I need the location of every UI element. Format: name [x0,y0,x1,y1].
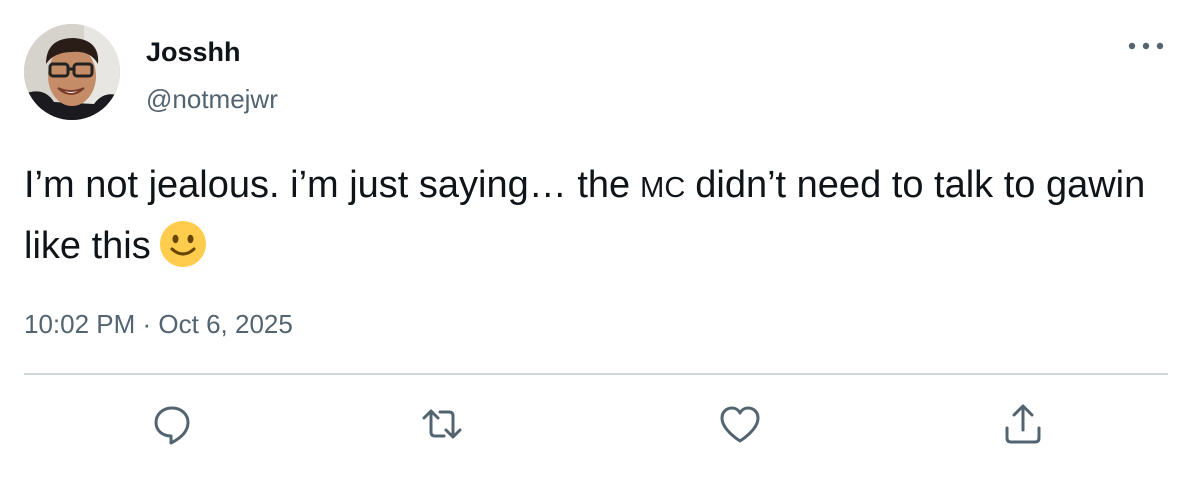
heart-icon [720,406,760,443]
more-options-button[interactable] [1124,32,1168,60]
share-button[interactable] [999,402,1047,446]
mc-tag: MC [640,172,686,204]
reply-icon [154,406,190,445]
reply-button[interactable] [148,402,196,446]
slightly-smiling-face-icon [159,221,206,267]
display-name[interactable]: Josshh [146,36,241,68]
tweet-time: 10:02 PM [24,309,136,339]
retweet-button[interactable] [418,402,466,446]
retweet-icon [422,409,462,439]
tweet-text: I’m not jealous. i’m just saying… the MC d… [24,156,1164,275]
timestamp-separator: · [135,309,159,339]
tweet-timestamp[interactable]: 10:02 PM · Oct 6, 2025 [24,308,293,340]
tweet-date: Oct 6, 2025 [158,309,293,339]
avatar[interactable] [24,24,120,120]
more-dots-icon [1128,42,1164,50]
tweet-text-part1: I’m not jealous. i’m just saying… the [24,164,631,206]
user-handle[interactable]: @notmejwr [146,84,278,114]
divider [24,373,1168,375]
share-icon [1005,404,1041,444]
like-button[interactable] [716,402,764,446]
